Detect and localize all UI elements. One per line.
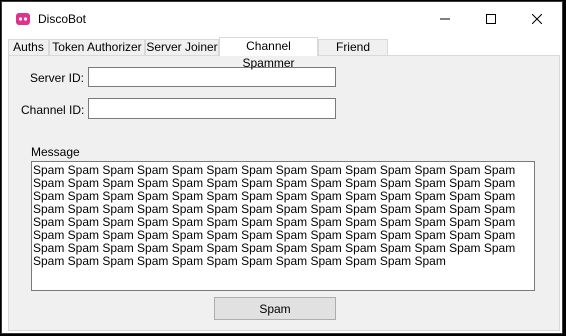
message-textarea[interactable]: Spam Spam Spam Spam Spam Spam Spam Spam … xyxy=(31,161,535,291)
discord-logo-icon xyxy=(16,13,30,25)
title-bar[interactable]: DiscoBot xyxy=(2,2,562,36)
close-icon xyxy=(532,14,542,24)
server-id-input[interactable] xyxy=(88,67,336,87)
tab-channel-spammer[interactable]: Channel Spammer xyxy=(219,37,318,70)
maximize-icon xyxy=(486,14,496,24)
server-id-label: Server ID: xyxy=(30,71,85,85)
channel-id-input[interactable] xyxy=(88,98,336,119)
tab-auths[interactable]: Auths xyxy=(8,39,49,55)
spam-button[interactable]: Spam xyxy=(214,297,336,320)
channel-spammer-panel: Server ID: Channel ID: Message Spam Spam… xyxy=(8,55,560,331)
tab-server-joiner[interactable]: Server Joiner xyxy=(145,39,219,55)
minimize-button[interactable] xyxy=(422,2,468,36)
tab-friend-adder[interactable]: Friend Adder xyxy=(318,39,388,68)
window-title: DiscoBot xyxy=(38,12,87,26)
minimize-icon xyxy=(440,18,450,20)
message-label: Message xyxy=(31,145,80,159)
channel-id-label: Channel ID: xyxy=(21,103,85,117)
close-button[interactable] xyxy=(514,2,560,36)
tab-strip: Auths Token Authorizer Server Joiner Cha… xyxy=(8,37,560,70)
tab-token-authorizer[interactable]: Token Authorizer xyxy=(49,39,145,55)
maximize-button[interactable] xyxy=(468,2,514,36)
app-window: DiscoBot Auths Token Authorizer Server J… xyxy=(1,1,563,334)
